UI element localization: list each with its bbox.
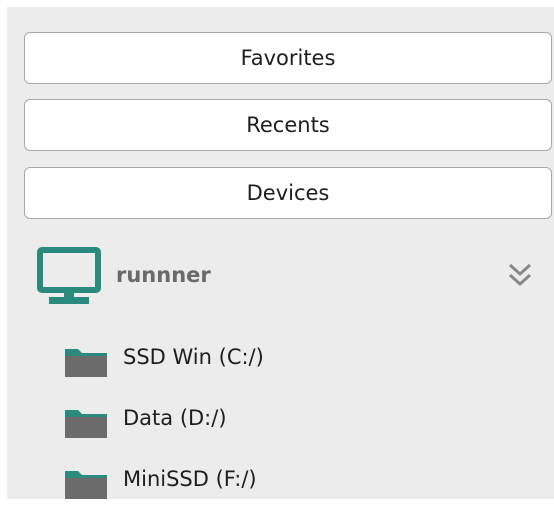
drive-label: SSD Win (C:/) xyxy=(123,345,264,369)
recents-button[interactable]: Recents xyxy=(24,99,552,151)
folder-icon xyxy=(65,410,107,438)
chevron-double-down-icon[interactable] xyxy=(507,261,533,289)
drive-item-c[interactable]: SSD Win (C:/) xyxy=(64,337,364,381)
favorites-button[interactable]: Favorites xyxy=(24,32,552,84)
drive-label: MiniSSD (F:/) xyxy=(123,467,257,491)
computer-icon xyxy=(37,247,101,304)
drive-label: Data (D:/) xyxy=(123,406,227,430)
sidebar-panel: Favorites Recents Devices runnner SSD Wi… xyxy=(7,7,554,499)
drive-item-f[interactable]: MiniSSD (F:/) xyxy=(64,459,364,503)
device-name: runnner xyxy=(116,263,211,287)
folder-icon xyxy=(65,471,107,499)
device-row[interactable]: runnner xyxy=(37,243,542,309)
devices-button[interactable]: Devices xyxy=(24,167,552,219)
folder-icon xyxy=(65,349,107,377)
drive-item-d[interactable]: Data (D:/) xyxy=(64,398,364,442)
